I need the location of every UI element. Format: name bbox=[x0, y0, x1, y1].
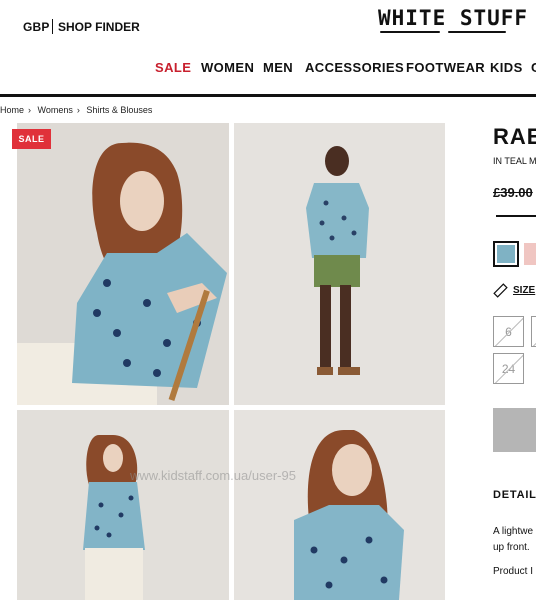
model-photo-seated bbox=[17, 123, 229, 405]
sale-badge: SALE bbox=[12, 129, 51, 149]
nav-item-men[interactable]: MEN bbox=[263, 60, 293, 75]
product-title: RAE bbox=[493, 124, 536, 149]
divider bbox=[52, 19, 53, 34]
swatch-fill bbox=[497, 245, 515, 263]
model-photo-front bbox=[17, 410, 229, 600]
price-divider bbox=[496, 215, 536, 217]
description-line: A lightwe bbox=[493, 526, 534, 537]
breadcrumb-womens[interactable]: Womens bbox=[38, 105, 73, 115]
size-option-next[interactable] bbox=[531, 316, 536, 347]
description-line: up front. bbox=[493, 542, 530, 553]
size-option-6[interactable]: 6 bbox=[493, 316, 524, 347]
colour-swatch-teal[interactable] bbox=[493, 241, 519, 267]
size-label: 6 bbox=[505, 324, 512, 339]
nav-item-accessories[interactable]: ACCESSORIES bbox=[305, 60, 404, 75]
breadcrumb: Home › Womens › Shirts & Blouses bbox=[0, 105, 153, 115]
details-heading[interactable]: DETAILS bbox=[493, 489, 536, 501]
breadcrumb-shirts-blouses[interactable]: Shirts & Blouses bbox=[86, 105, 152, 115]
nav-item-sale[interactable]: SALE bbox=[155, 60, 191, 75]
logo-underline bbox=[448, 31, 506, 33]
size-label: 24 bbox=[501, 361, 516, 376]
product-image-1[interactable] bbox=[17, 123, 229, 405]
header-rule bbox=[0, 94, 536, 97]
model-photo-standing bbox=[234, 123, 445, 405]
colour-swatch-pink[interactable] bbox=[524, 243, 536, 265]
model-photo-closeup bbox=[234, 410, 445, 600]
breadcrumb-home[interactable]: Home bbox=[0, 105, 24, 115]
watermark: www.kidstaff.com.ua/user-95 bbox=[130, 468, 296, 483]
nav-item-women[interactable]: WOMEN bbox=[201, 60, 254, 75]
nav-item-footwear[interactable]: FOOTWEAR bbox=[406, 60, 485, 75]
product-image-3[interactable] bbox=[17, 410, 229, 600]
size-option-24[interactable]: 24 bbox=[493, 353, 524, 384]
product-description: A lightwe up front. bbox=[493, 524, 533, 556]
product-image-2[interactable] bbox=[234, 123, 445, 405]
product-code-label: Product I bbox=[493, 566, 534, 577]
product-image-4[interactable] bbox=[234, 410, 445, 600]
main-nav: SALE WOMEN MEN ACCESSORIES FOOTWEAR KIDS… bbox=[0, 60, 536, 78]
product-colour: IN TEAL MU bbox=[493, 156, 536, 166]
shop-finder-link[interactable]: SHOP FINDER bbox=[58, 20, 140, 34]
brand-logo[interactable]: WHITE STUFF bbox=[378, 6, 528, 30]
logo-underline bbox=[380, 31, 440, 33]
nav-item-kids[interactable]: KIDS bbox=[490, 60, 523, 75]
original-price: £39.00 bbox=[493, 185, 533, 200]
site-header: GBP SHOP FINDER WHITE STUFF SALE WOMEN M… bbox=[0, 0, 536, 97]
ruler-icon bbox=[493, 283, 508, 298]
nav-item-more[interactable]: C bbox=[531, 60, 536, 75]
currency-selector[interactable]: GBP bbox=[23, 20, 50, 34]
add-to-bag-button[interactable] bbox=[493, 408, 536, 452]
size-guide-link[interactable]: SIZE bbox=[513, 285, 535, 296]
